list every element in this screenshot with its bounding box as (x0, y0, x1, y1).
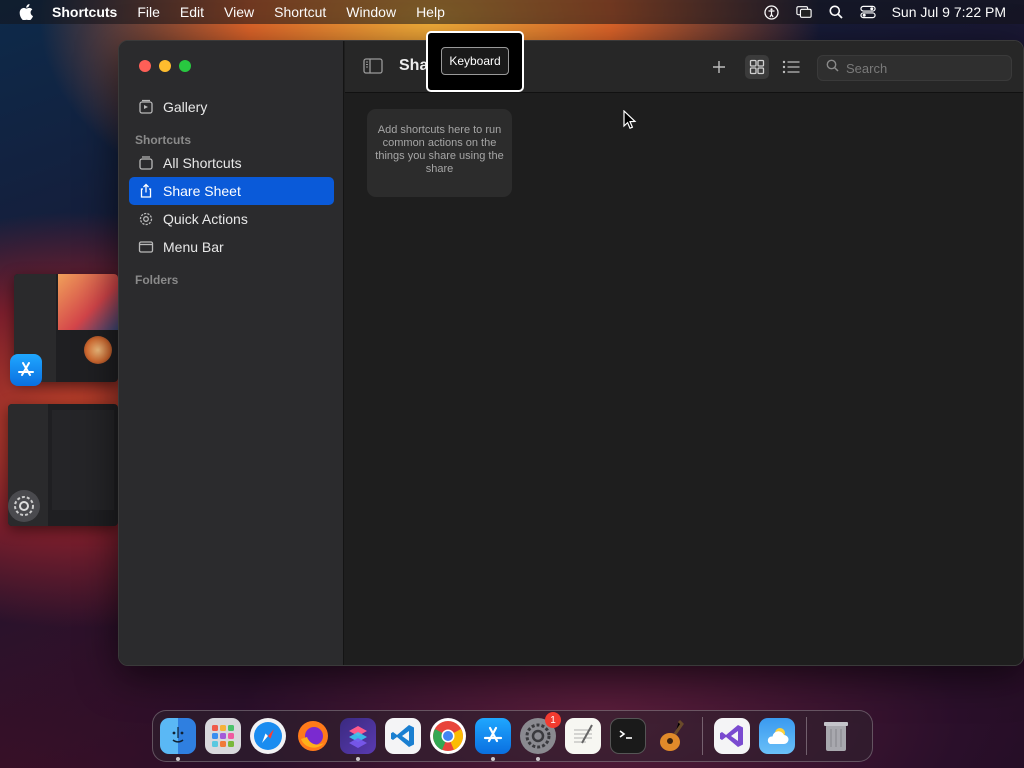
notification-badge: 1 (545, 712, 561, 728)
sidebar-item-label: Share Sheet (163, 183, 241, 199)
menu-help[interactable]: Help (406, 4, 455, 20)
window-controls (139, 60, 191, 72)
dock: 1 (152, 710, 873, 762)
zoom-button[interactable] (179, 60, 191, 72)
thumb-banner (58, 274, 118, 330)
thumb-content (52, 410, 114, 510)
grid-view-button[interactable] (745, 55, 769, 79)
sidebar-item-share-sheet[interactable]: Share Sheet (129, 177, 334, 205)
page-title: Sha (399, 57, 429, 74)
menu-shortcut[interactable]: Shortcut (264, 4, 336, 20)
dock-separator (702, 717, 703, 755)
gear-icon (138, 211, 154, 227)
system-settings-icon (8, 490, 40, 522)
spotlight-search-icon[interactable] (828, 5, 844, 19)
sidebar-item-menu-bar[interactable]: Menu Bar (129, 233, 334, 261)
firefox-icon[interactable] (295, 718, 331, 754)
sidebar-item-label: Gallery (163, 99, 208, 115)
sidebar-item-label: Quick Actions (163, 211, 248, 227)
empty-state-message: Add shortcuts here to run common actions… (375, 124, 504, 175)
search-input[interactable] (846, 60, 1006, 76)
list-view-button[interactable] (779, 55, 803, 79)
search-field[interactable] (817, 55, 1012, 81)
sidebar-item-all-shortcuts[interactable]: All Shortcuts (129, 149, 334, 177)
sidebar-section-shortcuts: Shortcuts (135, 133, 192, 147)
launchpad-icon[interactable] (205, 718, 241, 754)
menu-edit[interactable]: Edit (170, 4, 214, 20)
thumb-artwork (84, 336, 112, 364)
control-center-icon[interactable] (859, 5, 876, 19)
sidebar-item-gallery[interactable]: Gallery (129, 93, 334, 121)
main-content: Sha Add shortcuts here to run common act… (345, 41, 1023, 665)
sidebar-section-folders: Folders (135, 273, 179, 287)
safari-icon[interactable] (250, 718, 286, 754)
menu-bar-icon (138, 239, 154, 255)
menu-file[interactable]: File (127, 4, 170, 20)
menu-window[interactable]: Window (336, 4, 406, 20)
running-indicator (491, 757, 495, 761)
add-shortcut-button[interactable] (707, 55, 731, 79)
menu-bar: Shortcuts File Edit View Shortcut Window… (0, 0, 1024, 24)
minimize-button[interactable] (159, 60, 171, 72)
sidebar-item-quick-actions[interactable]: Quick Actions (129, 205, 334, 233)
all-shortcuts-icon (138, 155, 154, 171)
keyboard-tooltip-label: Keyboard (441, 47, 509, 75)
sidebar-toggle-icon[interactable] (363, 57, 383, 75)
running-indicator (536, 757, 540, 761)
textedit-icon[interactable] (565, 718, 601, 754)
menu-view[interactable]: View (214, 4, 264, 20)
running-indicator (176, 757, 180, 761)
app-store-icon (10, 354, 42, 386)
accessibility-icon[interactable] (764, 4, 780, 20)
garageband-icon[interactable] (655, 718, 691, 754)
menu-bar-clock[interactable]: Sun Jul 9 7:22 PM (892, 4, 1006, 20)
sidebar-item-label: All Shortcuts (163, 155, 242, 171)
sidebar: Gallery Shortcuts All Shortcuts Share Sh… (119, 41, 344, 665)
gallery-icon (138, 99, 154, 115)
sidebar-item-label: Menu Bar (163, 239, 224, 255)
empty-state-card: Add shortcuts here to run common actions… (367, 109, 512, 197)
weather-icon[interactable] (759, 718, 795, 754)
mouse-cursor-icon (623, 109, 637, 130)
vscode-icon[interactable] (385, 718, 421, 754)
share-icon (138, 183, 154, 199)
close-button[interactable] (139, 60, 151, 72)
settings-icon[interactable]: 1 (520, 712, 561, 761)
keyboard-tooltip: Keyboard (426, 31, 524, 92)
finder-icon[interactable] (160, 718, 196, 761)
search-icon (826, 59, 839, 77)
screen-mirroring-icon[interactable] (795, 5, 812, 19)
trash-icon[interactable] (818, 718, 854, 754)
visual-studio-icon[interactable] (714, 718, 750, 754)
app-store-icon[interactable] (475, 718, 511, 761)
chrome-icon[interactable] (430, 718, 466, 754)
running-indicator (356, 757, 360, 761)
apple-menu-icon[interactable] (0, 4, 52, 20)
shortcuts-icon[interactable] (340, 718, 376, 761)
app-menu-shortcuts[interactable]: Shortcuts (52, 4, 127, 20)
terminal-icon[interactable] (610, 718, 646, 754)
dock-separator (806, 717, 807, 755)
shortcuts-window: Gallery Shortcuts All Shortcuts Share Sh… (118, 40, 1024, 666)
